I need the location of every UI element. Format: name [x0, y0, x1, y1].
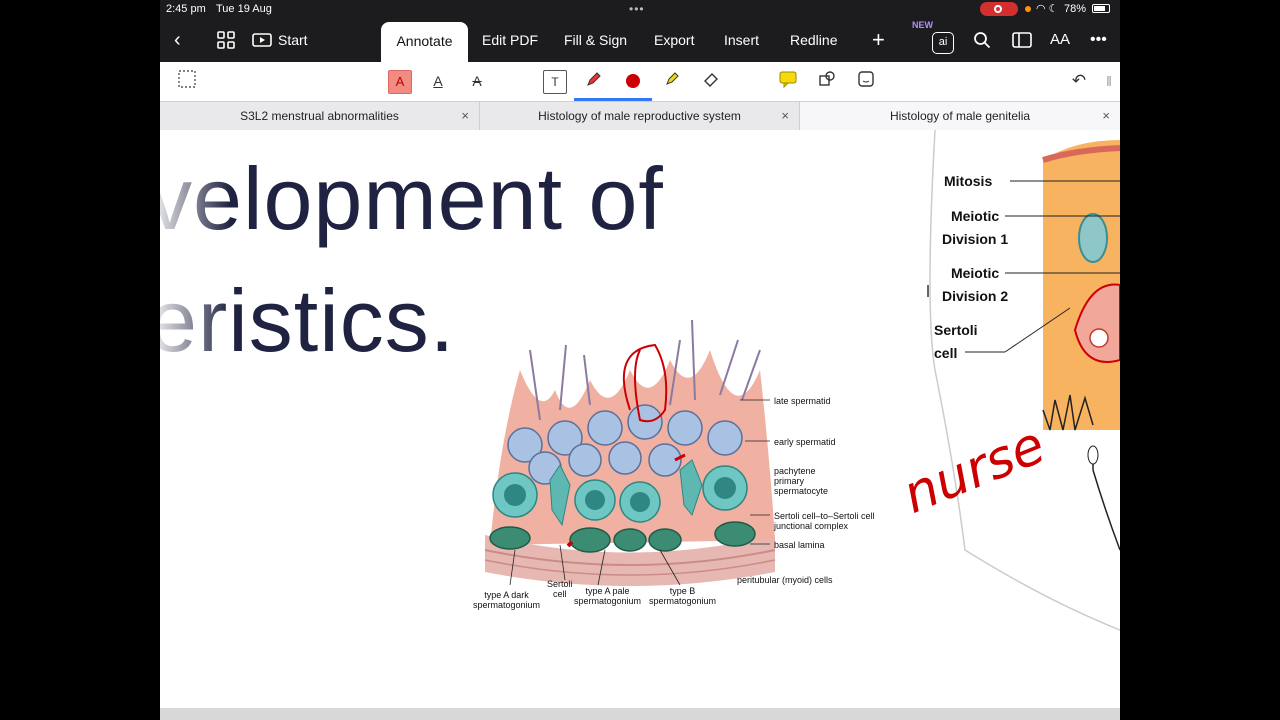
- label-line: spermatogonium: [473, 600, 541, 610]
- back-icon[interactable]: ‹: [174, 20, 181, 62]
- grid-icon[interactable]: [217, 20, 235, 62]
- seminiferous-epithelium-illustration: [484, 319, 776, 586]
- doc-tab-menstrual[interactable]: S3L2 menstrual abnormalities ×: [160, 102, 480, 131]
- ai-label: ai: [932, 32, 954, 54]
- pdf-page[interactable]: velopment of eristics. late spermatid ea…: [160, 130, 1120, 708]
- label-peritubular: peritubular (myoid) cells: [737, 575, 833, 585]
- search-icon[interactable]: [973, 20, 991, 62]
- label-basal-lamina: basal lamina: [774, 540, 825, 550]
- label-line: spermatocyte: [774, 486, 829, 496]
- wifi-icon: ◠ ☾: [1036, 3, 1059, 15]
- document-tabs: S3L2 menstrual abnormalities × Histology…: [160, 101, 1120, 131]
- label-meiotic-1: Meiotic Division 1: [942, 205, 1008, 251]
- start-label: Start: [278, 32, 308, 48]
- label-sertoli-cell: Sertoli cell: [547, 579, 573, 599]
- annotation-toolbar: A A A T ↶ ‖: [160, 62, 1120, 101]
- label-pachytene: pachytene primary spermatocyte: [774, 466, 828, 496]
- slide-heading-line1: velopment of: [160, 149, 664, 248]
- strikethrough-icon[interactable]: A: [466, 70, 488, 92]
- underline-icon[interactable]: A: [427, 70, 449, 92]
- battery-icon: [1092, 4, 1110, 13]
- label-line: type B: [669, 586, 696, 596]
- label-type-b: type B spermatogonium: [649, 586, 716, 606]
- label-line: Sertoli cell–to–Sertoli cell: [774, 511, 875, 521]
- label-line: Division 2: [942, 288, 1009, 304]
- label-line: spermatogonium: [574, 596, 642, 606]
- label-late-spermatid: late spermatid: [774, 396, 831, 406]
- multitask-dots-icon[interactable]: •••: [629, 2, 645, 16]
- doc-tab-label: Histology of male reproductive system: [538, 109, 741, 123]
- new-badge: NEW: [912, 20, 933, 30]
- add-icon[interactable]: +: [872, 20, 885, 62]
- start-presentation-button[interactable]: Start: [252, 20, 308, 62]
- tab-annotate[interactable]: Annotate: [381, 22, 468, 62]
- page-bottom-edge: [160, 708, 1120, 720]
- label-early-spermatid: early spermatid: [774, 437, 836, 447]
- text-size-icon[interactable]: AA: [1050, 20, 1070, 62]
- doc-tab-reproductive[interactable]: Histology of male reproductive system ×: [480, 102, 800, 131]
- tab-insert[interactable]: Insert: [724, 20, 759, 62]
- doc-tab-label: S3L2 menstrual abnormalities: [240, 109, 399, 123]
- label-mitosis: Mitosis: [944, 173, 993, 189]
- book-icon[interactable]: [1012, 20, 1032, 62]
- screen-recording-icon[interactable]: [980, 2, 1018, 16]
- status-date: Tue 19 Aug: [216, 3, 272, 15]
- doc-tab-label: Histology of male genitelia: [889, 109, 1031, 123]
- status-time: 2:45 pm: [166, 3, 206, 15]
- undo-icon[interactable]: ↶: [1068, 70, 1090, 92]
- close-icon[interactable]: ×: [1102, 102, 1110, 130]
- eraser-icon[interactable]: [700, 70, 722, 92]
- label-line: cell: [934, 345, 958, 361]
- label-meiotic-2: Meiotic Division 2: [942, 262, 1008, 308]
- sticker-icon[interactable]: [855, 70, 877, 92]
- comment-icon[interactable]: [777, 70, 799, 92]
- label-line: Sertoli: [934, 322, 978, 338]
- selection-icon[interactable]: [176, 70, 198, 92]
- main-toolbar: ‹ Start Annotate Edit PDF Fill & Sign Ex…: [160, 20, 1120, 62]
- tab-redline[interactable]: Redline: [790, 20, 837, 62]
- ai-assistant-button[interactable]: ai: [932, 20, 954, 62]
- label-line: Sertoli: [547, 579, 573, 589]
- shapes-icon[interactable]: [816, 70, 838, 92]
- doc-tab-genitelia[interactable]: Histology of male genitelia ×: [800, 102, 1120, 131]
- ipad-screen: 2:45 pm Tue 19 Aug ••• ◠ ☾ 78% ‹ Start A…: [160, 0, 1120, 720]
- tab-fill-sign[interactable]: Fill & Sign: [564, 20, 627, 62]
- close-icon[interactable]: ×: [461, 102, 469, 130]
- text-box-icon[interactable]: T: [543, 70, 567, 94]
- tab-edit-pdf[interactable]: Edit PDF: [482, 20, 538, 62]
- more-icon[interactable]: •••: [1090, 20, 1107, 62]
- label-line: type A dark: [484, 590, 529, 600]
- label-line: Meiotic: [950, 265, 1000, 281]
- label-type-a-dark: type A dark spermatogonium: [473, 590, 540, 610]
- label-type-a-pale: type A pale spermatogonium: [574, 586, 641, 606]
- label-line: Meiotic: [950, 208, 1000, 224]
- label-line: Division 1: [942, 231, 1009, 247]
- highlighter-icon[interactable]: [661, 70, 683, 92]
- label-sertoli-junction: Sertoli cell–to–Sertoli cell junctional …: [774, 511, 875, 531]
- battery-percent: 78%: [1064, 3, 1087, 15]
- label-line: pachytene: [774, 466, 816, 476]
- label-line: primary: [774, 476, 805, 486]
- highlight-text-icon[interactable]: A: [388, 70, 412, 94]
- close-icon[interactable]: ×: [781, 102, 789, 130]
- label-sertoli-right: Sertoli cell: [934, 319, 978, 365]
- color-red-icon[interactable]: [622, 70, 644, 92]
- status-bar: 2:45 pm Tue 19 Aug ••• ◠ ☾ 78%: [160, 0, 1120, 20]
- label-line: cell: [553, 589, 567, 599]
- collapse-handle-icon[interactable]: ‖: [1098, 70, 1120, 92]
- pen-icon[interactable]: [583, 70, 605, 92]
- mic-indicator-icon: [1025, 6, 1031, 12]
- motion-blur-overlay: [160, 130, 230, 390]
- tab-export[interactable]: Export: [654, 20, 694, 62]
- label-line: spermatogonium: [649, 596, 717, 606]
- label-line: junctional complex: [774, 521, 849, 531]
- label-line: type A pale: [585, 586, 630, 596]
